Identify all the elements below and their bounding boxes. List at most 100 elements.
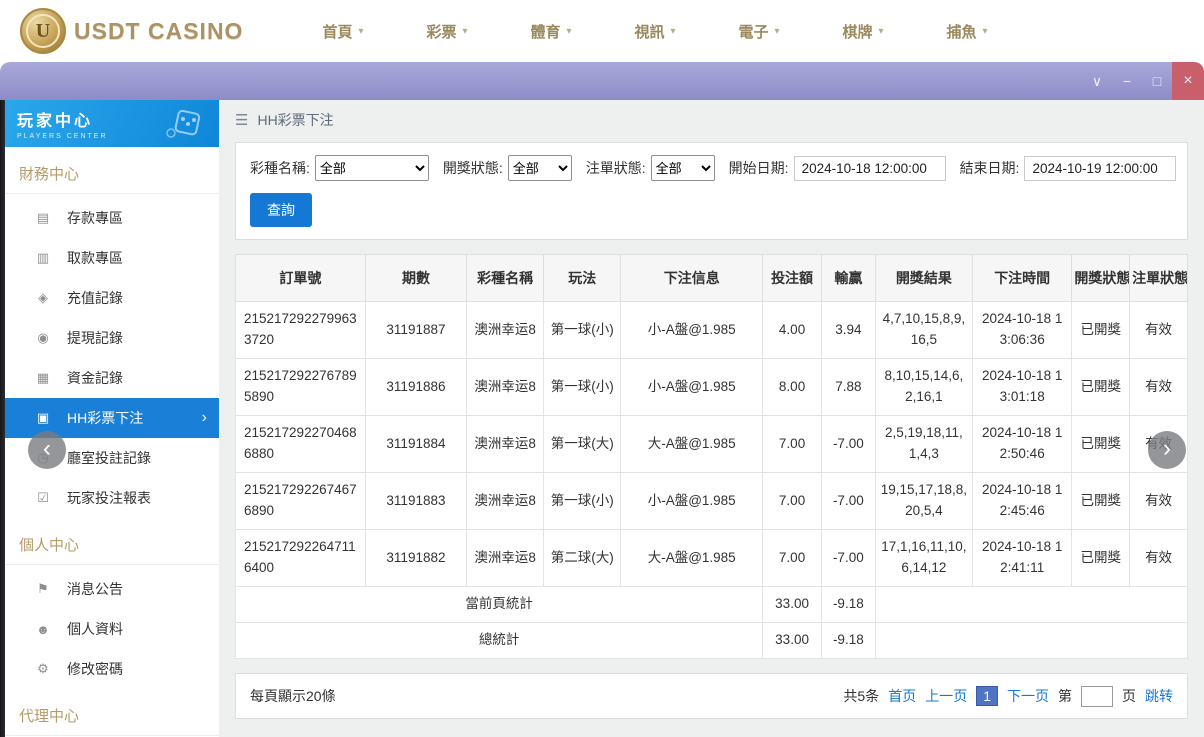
jump-go-link[interactable]: 跳转 bbox=[1145, 686, 1173, 706]
table-cell: 已開獎 bbox=[1071, 358, 1131, 416]
filter-draw-status: 開獎狀態: 全部 bbox=[443, 155, 572, 181]
nav-item-4[interactable]: 視訊 ▾ bbox=[603, 0, 707, 62]
sidebar-item-label: 提現記錄 bbox=[67, 330, 123, 346]
table-row: 2152172922704686880 31191884 澳洲幸运8 第一球(大) 大-… bbox=[235, 415, 1188, 473]
lottery-name-select[interactable]: 全部 bbox=[314, 155, 429, 181]
sidebar-item-change-password[interactable]: ⚙ 修改密碼 bbox=[5, 649, 219, 689]
sidebar-item-hh-lottery-bets[interactable]: ▣ HH彩票下注 › bbox=[5, 398, 219, 438]
sidebar-item-profile[interactable]: ☻ 個人資料 bbox=[5, 609, 219, 649]
nav-item-6[interactable]: 棋牌 ▾ bbox=[811, 0, 915, 62]
main-content: ☰ HH彩票下注 彩種名稱: 全部 開獎狀態: 全部 注單狀態: 全部 開始日期… bbox=[219, 100, 1204, 737]
chevron-left-icon: ‹ bbox=[43, 434, 51, 462]
close-icon[interactable]: × bbox=[1172, 62, 1204, 100]
sidebar-item-withdraw-area[interactable]: ▥ 取款專區 bbox=[5, 238, 219, 278]
sidebar-item-announcements[interactable]: ⚑ 消息公告 bbox=[5, 569, 219, 609]
logo-letter: U bbox=[35, 19, 51, 42]
prev-page-link[interactable]: 上一页 bbox=[925, 686, 967, 706]
table-cell: -7.00 bbox=[820, 472, 876, 530]
players-center-header: 玩家中心 PLAYERS CENTER bbox=[5, 100, 219, 147]
order-status-select[interactable]: 全部 bbox=[650, 155, 715, 181]
logo[interactable]: U USDT CASINO bbox=[20, 8, 245, 54]
nav-item-label: 視訊 bbox=[634, 23, 665, 41]
summary-amount: 33.00 bbox=[762, 622, 822, 659]
nav-item-label: 彩票 bbox=[426, 23, 457, 41]
nav-item-5[interactable]: 電子 ▾ bbox=[707, 0, 811, 62]
end-date-input[interactable] bbox=[1024, 155, 1177, 181]
column-header: 輸贏 bbox=[820, 254, 876, 302]
table-cell: 澳洲幸运8 bbox=[466, 529, 545, 587]
table-cell: 2152172922704686880 bbox=[235, 415, 366, 473]
table-cell: 有效 bbox=[1129, 358, 1188, 416]
sidebar-item-deposit-area[interactable]: ▤ 存款專區 bbox=[5, 198, 219, 238]
sidebar-item-funds-record[interactable]: ▦ 資金記錄 bbox=[5, 358, 219, 398]
sidebar-item-player-bet-report[interactable]: ☑ 玩家投注報表 bbox=[5, 478, 219, 518]
draw-status-select[interactable]: 全部 bbox=[507, 155, 572, 181]
sidebar-subtitle: PLAYERS CENTER bbox=[17, 133, 108, 140]
breadcrumb: ☰ HH彩票下注 bbox=[235, 100, 1188, 140]
start-date-input[interactable] bbox=[793, 155, 946, 181]
table-cell: -7.00 bbox=[820, 415, 876, 473]
scroll-right-button[interactable]: › bbox=[1148, 431, 1186, 469]
window-controls: ∨ − □ × bbox=[1082, 62, 1204, 100]
page-size-label: 每頁顯示20條 bbox=[250, 688, 336, 704]
nav-item-3[interactable]: 體育 ▾ bbox=[499, 0, 603, 62]
table-cell: 已開獎 bbox=[1071, 529, 1131, 587]
current-page-badge[interactable]: 1 bbox=[976, 686, 998, 706]
search-button[interactable]: 查詢 bbox=[250, 193, 312, 227]
pagination-controls: 共5条 首页 上一页 1 下一页 第 页 跳转 bbox=[843, 685, 1173, 707]
scroll-left-button[interactable]: ‹ bbox=[28, 431, 66, 469]
summary-row: 總統計 33.00 -9.18 bbox=[234, 622, 1189, 659]
table-row: 2152172922767895890 31191886 澳洲幸运8 第一球(小) 小-… bbox=[235, 358, 1188, 416]
chevron-down-icon: ▾ bbox=[670, 25, 676, 37]
table-cell: 第二球(大) bbox=[543, 529, 622, 587]
first-page-link[interactable]: 首页 bbox=[888, 686, 916, 706]
table-header-row: 訂單號 期數 彩種名稱 玩法 下注信息 投注額 輸贏 開獎結果 下注時間 開獎狀態 注單狀態 bbox=[235, 254, 1188, 302]
sidebar-item-withdrawal-record[interactable]: ◉ 提現記錄 bbox=[5, 318, 219, 358]
nav-item-7[interactable]: 捕魚 ▾ bbox=[915, 0, 1019, 62]
logo-text: USDT CASINO bbox=[74, 17, 244, 44]
table-cell: 4.00 bbox=[762, 301, 822, 359]
jump-prefix-label: 第 bbox=[1058, 688, 1072, 704]
table-cell: 第一球(小) bbox=[543, 472, 622, 530]
next-page-link[interactable]: 下一页 bbox=[1007, 686, 1049, 706]
maximize-icon[interactable]: □ bbox=[1142, 62, 1172, 100]
page-jump-input[interactable] bbox=[1081, 685, 1113, 707]
table-cell: 2,5,19,18,11,1,4,3 bbox=[874, 415, 974, 473]
filter-order-status: 注單狀態: 全部 bbox=[586, 155, 715, 181]
minimize-icon[interactable]: − bbox=[1112, 62, 1142, 100]
hamburger-icon[interactable]: ☰ bbox=[235, 111, 248, 129]
table-cell: 大-A盤@1.985 bbox=[620, 529, 764, 587]
sidebar-item-label: 消息公告 bbox=[67, 581, 123, 597]
chevron-right-icon: › bbox=[1163, 434, 1171, 462]
collapse-icon[interactable]: ∨ bbox=[1082, 62, 1112, 100]
table-cell: 2152172922647116400 bbox=[235, 529, 366, 587]
chevron-down-icon: ▾ bbox=[462, 25, 468, 37]
table-cell: 澳洲幸运8 bbox=[466, 415, 545, 473]
table-cell: 31191883 bbox=[364, 472, 468, 530]
table-cell: -7.00 bbox=[820, 529, 876, 587]
nav-item-label: 首頁 bbox=[322, 23, 353, 41]
column-header: 下注時間 bbox=[972, 254, 1073, 302]
filter-panel: 彩種名稱: 全部 開獎狀態: 全部 注單狀態: 全部 開始日期: 結束日期: 查… bbox=[235, 142, 1188, 240]
sidebar-item-label: 資金記錄 bbox=[67, 370, 123, 386]
nav-item-2[interactable]: 彩票 ▾ bbox=[395, 0, 499, 62]
summary-label: 當前頁統計 bbox=[234, 586, 764, 623]
filter-label: 注單狀態: bbox=[585, 160, 646, 176]
page-title: HH彩票下注 bbox=[257, 112, 334, 128]
table-cell: 有效 bbox=[1129, 529, 1188, 587]
sidebar-title: 玩家中心 bbox=[17, 113, 94, 130]
column-header: 彩種名稱 bbox=[466, 254, 545, 302]
nav-item-1[interactable]: 首頁 ▾ bbox=[291, 0, 395, 62]
announcements-icon: ⚑ bbox=[37, 581, 49, 596]
dice-decoration-icon bbox=[166, 109, 201, 138]
pagination-bar: 每頁顯示20條 共5条 首页 上一页 1 下一页 第 页 跳转 bbox=[235, 673, 1188, 719]
sidebar-item-label: HH彩票下注 bbox=[67, 410, 144, 426]
nav-item-label: 電子 bbox=[738, 23, 769, 41]
summary-row: 當前頁統計 33.00 -9.18 bbox=[234, 586, 1189, 623]
table-row: 2152172922674676890 31191883 澳洲幸运8 第一球(小) 小-… bbox=[235, 472, 1188, 530]
table-cell: 19,15,17,18,8,20,5,4 bbox=[874, 472, 974, 530]
table-cell: 2024-10-18 13:06:36 bbox=[972, 301, 1073, 359]
sidebar-item-recharge-record[interactable]: ◈ 充值記錄 bbox=[5, 278, 219, 318]
nav-item-label: 捕魚 bbox=[946, 23, 977, 41]
summary-label: 總統計 bbox=[234, 622, 764, 659]
